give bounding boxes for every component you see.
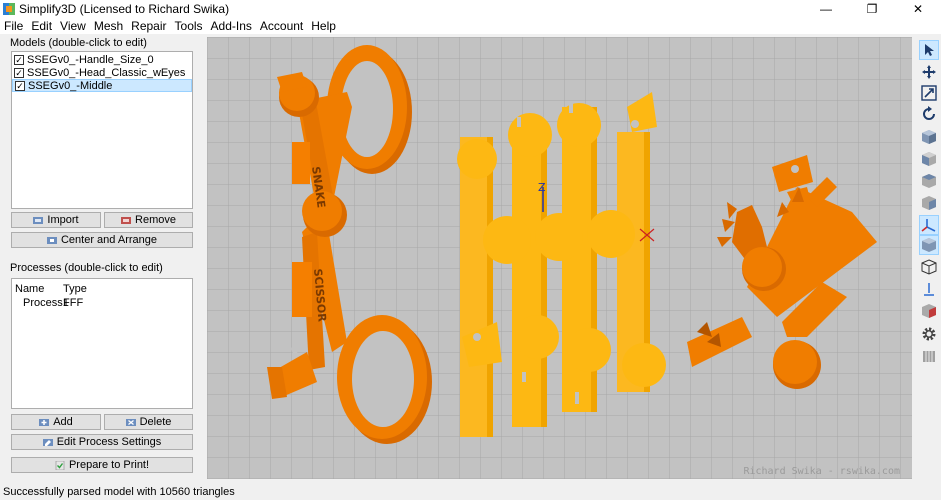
edit-process-settings-button[interactable]: Edit Process Settings <box>11 434 193 450</box>
view-toolbar <box>916 37 941 367</box>
delete-icon <box>125 418 136 426</box>
menu-repair[interactable]: Repair <box>127 19 170 33</box>
processes-list[interactable]: Name Type Process1 FFF <box>11 278 193 409</box>
3d-viewport[interactable]: SNAKE SCISSOR Z Richard Swika - rswika.c… <box>207 37 912 479</box>
import-button[interactable]: Import <box>11 212 101 228</box>
menu-bar: File Edit View Mesh Repair Tools Add-Ins… <box>0 17 941 34</box>
delete-process-button[interactable]: Delete <box>104 414 193 430</box>
add-label: Add <box>53 416 73 428</box>
scale-icon[interactable] <box>919 83 939 103</box>
models-panel-label: Models (double-click to edit) <box>10 37 147 49</box>
cross-section-icon[interactable] <box>919 301 939 321</box>
edit-settings-icon <box>42 438 53 446</box>
view-right-icon[interactable] <box>919 193 939 213</box>
remove-icon <box>121 216 132 224</box>
menu-add-ins[interactable]: Add-Ins <box>207 19 256 33</box>
processes-header: Name Type <box>15 282 192 296</box>
center-arrange-button[interactable]: Center and Arrange <box>11 232 193 248</box>
solid-view-icon[interactable] <box>919 235 939 255</box>
maximize-button[interactable]: ❐ <box>849 0 895 17</box>
import-icon <box>33 216 44 224</box>
axes-icon[interactable] <box>919 215 939 235</box>
col-type-header: Type <box>63 283 87 295</box>
prepare-to-print-button[interactable]: Prepare to Print! <box>11 457 193 473</box>
center-arrange-icon <box>46 236 57 244</box>
process-name: Process1 <box>23 297 69 309</box>
process-type: FFF <box>63 297 84 309</box>
settings-gear-icon[interactable] <box>919 324 939 344</box>
move-icon[interactable] <box>919 62 939 82</box>
delete-label: Delete <box>139 416 172 428</box>
build-plate-scene[interactable]: SNAKE SCISSOR Z Richard Swika - rswika.c… <box>207 37 912 479</box>
import-label: Import <box>47 214 79 226</box>
model-item-name: SSEGv0_-Handle_Size_0 <box>27 53 154 66</box>
wireframe-icon[interactable] <box>919 257 939 277</box>
remove-label: Remove <box>135 214 176 226</box>
status-bar: Successfully parsed model with 10560 tri… <box>0 484 941 500</box>
window-title: Simplify3D (Licensed to Richard Swika) <box>19 1 230 16</box>
add-process-button[interactable]: Add <box>11 414 101 430</box>
watermark: Richard Swika - rswika.com <box>743 466 900 477</box>
add-icon <box>39 418 50 426</box>
processes-panel-label: Processes (double-click to edit) <box>10 262 163 274</box>
menu-mesh[interactable]: Mesh <box>90 19 127 33</box>
status-message: Successfully parsed model with 10560 tri… <box>3 486 235 498</box>
remove-button[interactable]: Remove <box>104 212 193 228</box>
view-front-icon[interactable] <box>919 149 939 169</box>
window-controls: — ❐ ✕ <box>803 0 941 17</box>
edit-settings-label: Edit Process Settings <box>56 436 162 448</box>
axis-z-label: Z <box>538 181 546 194</box>
view-iso-icon[interactable] <box>919 127 939 147</box>
minimize-button[interactable]: — <box>803 0 849 17</box>
model-checkbox[interactable]: ✓ <box>15 80 25 91</box>
prepare-print-label: Prepare to Print! <box>68 459 150 471</box>
menu-tools[interactable]: Tools <box>171 19 207 33</box>
prepare-print-icon <box>55 460 65 470</box>
process-row[interactable]: Process1 FFF <box>15 296 192 310</box>
model-item-name: SSEGv0_-Head_Classic_wEyes <box>27 66 186 79</box>
select-icon[interactable] <box>919 40 939 60</box>
left-panel: Models (double-click to edit) ✓ SSEGv0_-… <box>0 34 203 482</box>
view-top-icon[interactable] <box>919 171 939 191</box>
title-bar: Simplify3D (Licensed to Richard Swika) —… <box>0 0 941 17</box>
axis-z-icon[interactable] <box>919 279 939 299</box>
model-item[interactable]: ✓ SSEGv0_-Middle <box>12 79 192 92</box>
menu-file[interactable]: File <box>0 19 27 33</box>
menu-view[interactable]: View <box>56 19 90 33</box>
simplify3d-logo-icon <box>3 2 15 15</box>
center-arrange-label: Center and Arrange <box>60 234 157 246</box>
model-item[interactable]: ✓ SSEGv0_-Handle_Size_0 <box>12 53 192 66</box>
layers-icon[interactable] <box>919 346 939 366</box>
menu-help[interactable]: Help <box>307 19 340 33</box>
model-item[interactable]: ✓ SSEGv0_-Head_Classic_wEyes <box>12 66 192 79</box>
menu-account[interactable]: Account <box>256 19 307 33</box>
menu-edit[interactable]: Edit <box>27 19 56 33</box>
col-name-header: Name <box>15 283 45 295</box>
rotate-icon[interactable] <box>919 104 939 124</box>
models-list[interactable]: ✓ SSEGv0_-Handle_Size_0 ✓ SSEGv0_-Head_C… <box>11 51 193 209</box>
close-button[interactable]: ✕ <box>895 0 941 17</box>
model-checkbox[interactable]: ✓ <box>14 54 24 65</box>
model-checkbox[interactable]: ✓ <box>14 67 24 78</box>
model-item-name: SSEGv0_-Middle <box>28 79 113 92</box>
